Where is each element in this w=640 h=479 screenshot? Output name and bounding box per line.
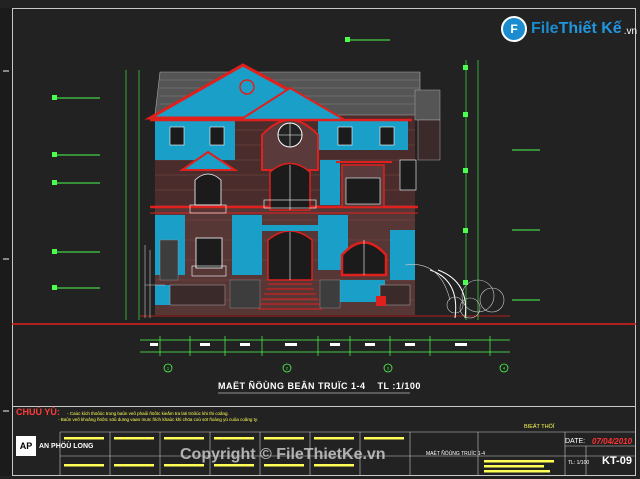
axis-markers: [163, 363, 509, 373]
logo-brand-suffix: .vn: [623, 26, 638, 37]
axis-label-4: 4: [503, 366, 506, 371]
logo-badge-icon: F: [501, 16, 527, 42]
axis-label-2: 2: [286, 366, 289, 371]
company-mark-icon: AP: [16, 436, 36, 456]
date-label: DATE:: [565, 438, 586, 445]
notes-heading: CHUÙ YÙ:: [16, 407, 60, 417]
sheet-scale: TL: 1/100: [568, 460, 590, 466]
filethietke-logo[interactable]: F File Thiết Kế .vn: [501, 14, 637, 44]
dimension-chain: [140, 336, 510, 356]
company-name: AN PHÖÙ LONG: [39, 442, 94, 450]
company-logo: AP AN PHÖÙ LONG: [16, 436, 93, 456]
axis-marker-labels: 1 2 3 4: [167, 366, 506, 371]
logo-brand-part1: File: [531, 20, 559, 37]
notes-section: CHUÙ YÙ: - Caùc kích thöôùc trong baûn v…: [16, 407, 259, 423]
notes-line-2: - Baûn veõ khoâng ñöôïc söû duïng vaøo m…: [58, 417, 259, 422]
axis-label-3: 3: [387, 366, 390, 371]
sheet-title: MAËT ÑÖÙNG TRUÏC 1-4: [426, 451, 485, 457]
right-level-ticks: [463, 65, 468, 285]
left-level-markers: [52, 70, 140, 320]
building-elevation: [144, 63, 467, 319]
title-block: CHUÙ YÙ: - Caùc kích thöôùc trong baûn v…: [12, 406, 636, 477]
project-stage: BIEÄT THÖÏ: [524, 424, 555, 430]
axis-label-1: 1: [167, 366, 170, 371]
copyright-watermark: Copyright © FileThietKe.vn: [180, 446, 386, 463]
notes-line-1: - Caùc kích thöôùc trong baûn veõ phaûi …: [67, 411, 229, 416]
drawing-title: MAËT ÑÖÙNG BEÂN TRUÏC 1-4 TL :1/100: [218, 381, 421, 391]
drawing-scale-text: TL :1/100: [377, 381, 421, 391]
drawing-number: KT-09: [602, 455, 632, 467]
left-level-ticks: [52, 95, 57, 290]
right-level-markers: [465, 60, 540, 320]
drawing-title-text: MAËT ÑÖÙNG BEÂN TRUÏC 1-4: [218, 381, 366, 391]
dimension-labels: [150, 343, 467, 346]
logo-brand-part2: Thiết Kế: [558, 20, 622, 37]
date-value: 07/04/2010: [592, 437, 633, 446]
